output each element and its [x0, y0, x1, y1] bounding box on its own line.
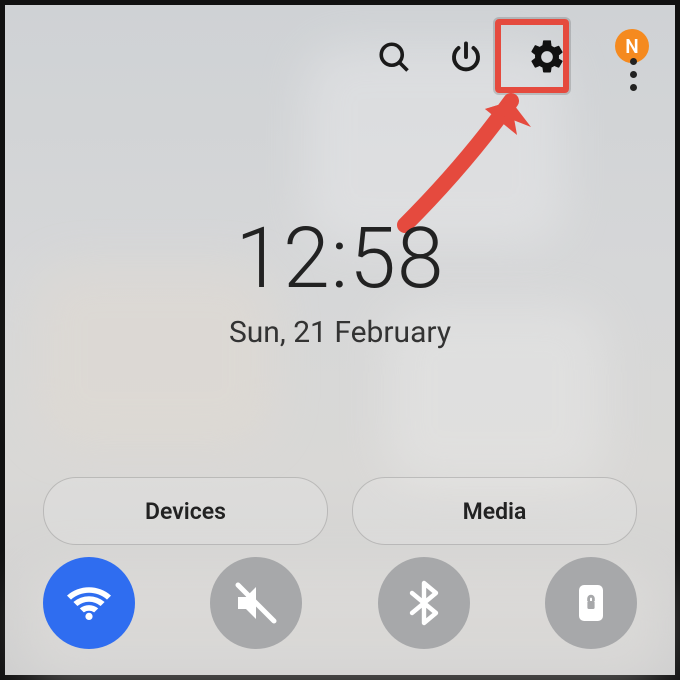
clock-area: 12:58 Sun, 21 February [5, 217, 675, 350]
shortcut-pill-row: Devices Media [43, 477, 637, 545]
wifi-icon [65, 579, 113, 627]
media-label: Media [463, 498, 527, 525]
rotation-lock-toggle[interactable] [545, 557, 637, 649]
mute-icon [232, 579, 280, 627]
quick-settings-row [43, 557, 637, 649]
bluetooth-icon [400, 579, 448, 627]
clock-date: Sun, 21 February [5, 315, 675, 350]
mute-toggle[interactable] [210, 557, 302, 649]
bluetooth-toggle[interactable] [378, 557, 470, 649]
search-icon[interactable] [371, 34, 417, 80]
rotation-lock-icon [567, 579, 615, 627]
wifi-toggle[interactable] [43, 557, 135, 649]
top-actions [371, 25, 579, 89]
notification-panel: N 12:58 Sun, 21 February Devices Media [0, 0, 680, 680]
devices-label: Devices [145, 498, 226, 525]
overflow-menu-button[interactable] [623, 51, 643, 97]
media-button[interactable]: Media [352, 477, 637, 545]
power-icon[interactable] [443, 34, 489, 80]
clock-time: 12:58 [5, 217, 675, 301]
more-vertical-icon [623, 51, 643, 97]
settings-button[interactable] [515, 25, 579, 89]
gear-icon [527, 37, 567, 77]
devices-button[interactable]: Devices [43, 477, 328, 545]
